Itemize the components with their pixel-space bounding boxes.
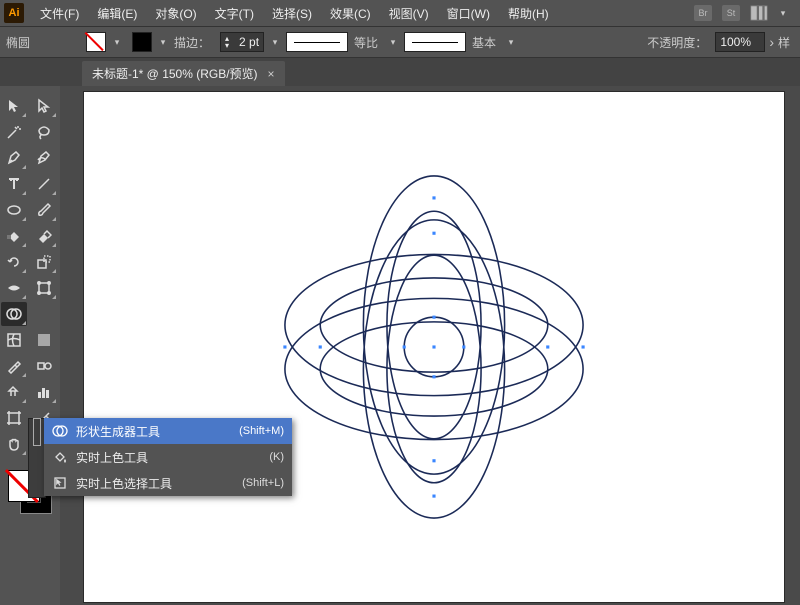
symbol-sprayer-tool[interactable] <box>1 380 27 404</box>
menu-window[interactable]: 窗口(W) <box>439 1 498 26</box>
tools-panel <box>0 86 61 605</box>
arrange-dropdown-icon[interactable]: ▾ <box>778 4 788 22</box>
bridge-icon[interactable]: Br <box>694 5 712 21</box>
profile-label: 等比 <box>354 34 378 51</box>
curvature-tool[interactable] <box>31 146 57 170</box>
stroke-weight-field[interactable]: ▴▾ 2 pt <box>220 32 264 52</box>
rotate-tool[interactable] <box>1 250 27 274</box>
flyout-shortcut: (Shift+M) <box>239 425 284 437</box>
paintbrush-tool[interactable] <box>31 198 57 222</box>
opacity-label: 不透明度： <box>647 34 707 51</box>
flyout-label: 形状生成器工具 <box>76 423 231 440</box>
fill-swatch[interactable] <box>86 32 106 52</box>
brush-preview[interactable] <box>404 32 466 52</box>
menu-items: 文件(F) 编辑(E) 对象(O) 文字(T) 选择(S) 效果(C) 视图(V… <box>32 1 557 26</box>
menu-effect[interactable]: 效果(C) <box>322 1 379 26</box>
app-logo: Ai <box>4 3 24 23</box>
menu-select[interactable]: 选择(S) <box>264 1 320 26</box>
scale-tool[interactable] <box>31 250 57 274</box>
canvas-area[interactable] <box>60 86 800 605</box>
artboard[interactable] <box>84 92 784 602</box>
document-tab-title: 未标题-1* @ 150% (RGB/预览) <box>92 65 258 82</box>
line-tool[interactable] <box>31 172 57 196</box>
flyout-shortcut: (K) <box>269 451 284 463</box>
menu-view[interactable]: 视图(V) <box>381 1 437 26</box>
column-graph-tool[interactable] <box>31 380 57 404</box>
artboard-tool[interactable] <box>1 406 27 430</box>
menu-bar: Ai 文件(F) 编辑(E) 对象(O) 文字(T) 选择(S) 效果(C) 视… <box>0 0 800 26</box>
type-tool[interactable] <box>1 172 27 196</box>
stroke-weight-value: 2 pt <box>239 35 259 49</box>
menu-file[interactable]: 文件(F) <box>32 1 87 26</box>
selection-tool[interactable] <box>1 94 27 118</box>
free-transform-tool[interactable] <box>31 276 57 300</box>
stroke-dropdown-icon[interactable]: ▾ <box>158 33 168 51</box>
profile-preview[interactable] <box>286 32 348 52</box>
shape-builder-icon <box>52 423 68 439</box>
gradient-tool[interactable] <box>31 328 57 352</box>
flyout-live-paint-bucket[interactable]: 实时上色工具 (K) <box>44 444 292 470</box>
opacity-group: 不透明度： 100% › 样 <box>647 32 794 52</box>
pen-tool[interactable] <box>1 146 27 170</box>
artwork-ellipses <box>84 92 784 602</box>
fill-dropdown-icon[interactable]: ▾ <box>112 33 122 51</box>
shaper-tool[interactable] <box>1 224 27 248</box>
blend-tool[interactable] <box>31 354 57 378</box>
brush-dropdown-icon[interactable]: ▾ <box>506 33 516 51</box>
magic-wand-tool[interactable] <box>1 120 27 144</box>
style-label-cut: 样 <box>778 34 790 51</box>
hand-tool[interactable] <box>1 432 27 456</box>
flyout-live-paint-selection[interactable]: 实时上色选择工具 (Shift+L) <box>44 470 292 496</box>
live-paint-selection-icon <box>52 475 68 491</box>
flyout-label: 实时上色选择工具 <box>76 475 234 492</box>
flyout-shortcut: (Shift+L) <box>242 477 284 489</box>
mesh-tool[interactable] <box>1 328 27 352</box>
stroke-label: 描边： <box>174 34 210 51</box>
lasso-tool[interactable] <box>31 120 57 144</box>
ellipse-tool[interactable] <box>1 198 27 222</box>
workspace: 形状生成器工具 (Shift+M) 实时上色工具 (K) 实时上色选择工具 (S… <box>0 86 800 605</box>
live-paint-bucket-icon <box>52 449 68 465</box>
shape-name-label: 椭圆 <box>6 34 30 51</box>
close-tab-icon[interactable]: × <box>268 67 275 81</box>
width-tool[interactable] <box>1 276 27 300</box>
stock-icon[interactable]: St <box>722 5 740 21</box>
stroke-swatch[interactable] <box>132 32 152 52</box>
profile-dropdown-icon[interactable]: ▾ <box>388 33 398 51</box>
eyedropper-tool[interactable] <box>1 354 27 378</box>
menu-help[interactable]: 帮助(H) <box>500 1 557 26</box>
flyout-indicator-icon <box>29 419 45 445</box>
opacity-more-icon[interactable]: › <box>769 34 774 50</box>
stroke-weight-dropdown-icon[interactable]: ▾ <box>270 33 280 51</box>
menu-type[interactable]: 文字(T) <box>207 1 262 26</box>
arrange-docs-icon[interactable] <box>750 5 768 21</box>
document-tab-bar: 未标题-1* @ 150% (RGB/预览) × <box>0 58 800 86</box>
shape-builder-flyout: 形状生成器工具 (Shift+M) 实时上色工具 (K) 实时上色选择工具 (S… <box>44 418 292 496</box>
opacity-value: 100% <box>720 35 751 49</box>
eraser-tool[interactable] <box>31 224 57 248</box>
flyout-label: 实时上色工具 <box>76 449 261 466</box>
shape-builder-tool[interactable] <box>1 302 27 326</box>
menu-right: Br St ▾ <box>694 4 796 22</box>
opacity-field[interactable]: 100% <box>715 32 765 52</box>
menu-object[interactable]: 对象(O) <box>147 1 204 26</box>
menu-edit[interactable]: 编辑(E) <box>89 1 145 26</box>
flyout-shape-builder[interactable]: 形状生成器工具 (Shift+M) <box>44 418 292 444</box>
app-logo-text: Ai <box>9 7 20 19</box>
control-bar: 椭圆 ▾ ▾ 描边： ▴▾ 2 pt ▾ 等比 ▾ 基本 ▾ 不透明度： 100… <box>0 26 800 58</box>
brush-label: 基本 <box>472 34 496 51</box>
document-tab[interactable]: 未标题-1* @ 150% (RGB/预览) × <box>82 61 285 86</box>
direct-selection-tool[interactable] <box>31 94 57 118</box>
